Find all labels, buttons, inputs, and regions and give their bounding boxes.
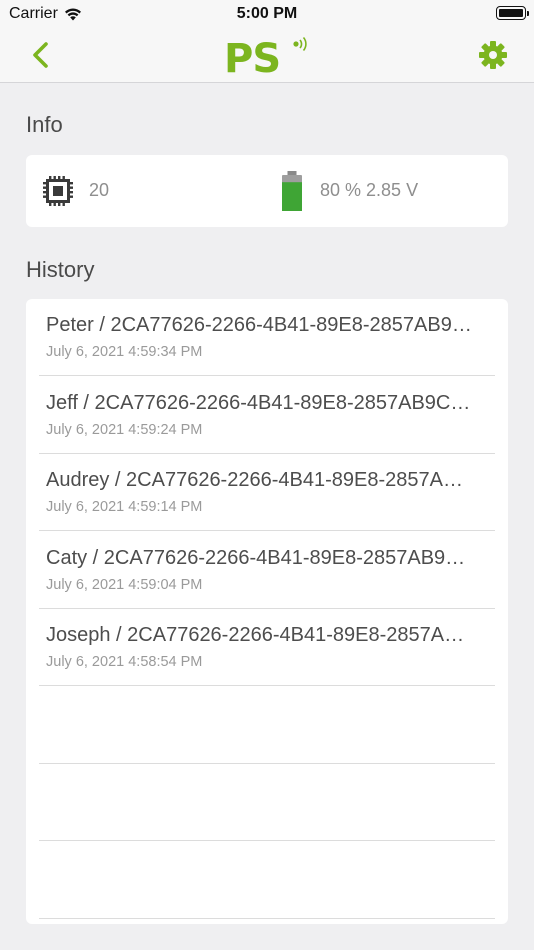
battery-value: 80 % 2.85 V <box>320 180 419 200</box>
history-list: Peter / 2CA77626-2266-4B41-89E8-2857AB9C… <box>26 299 508 924</box>
status-bar: Carrier 5:00 PM <box>0 0 534 28</box>
history-section-title: History <box>26 257 95 282</box>
history-row-title: Audrey / 2CA77626-2266-4B41-89E8-2857AB9… <box>46 469 476 491</box>
history-row-date: July 6, 2021 4:59:14 PM <box>46 499 203 515</box>
chip-count-value: 20 <box>89 180 110 200</box>
history-row-date: July 6, 2021 4:59:34 PM <box>46 344 203 360</box>
history-row-date: July 6, 2021 4:59:04 PM <box>46 576 203 593</box>
info-card: 20 80 % 2.85 V <box>26 155 508 227</box>
history-row-title: Caty / 2CA77626-2266-4B41-89E8-2857AB9C1… <box>46 546 476 569</box>
gear-icon <box>479 41 507 69</box>
chevron-left-icon <box>33 42 48 68</box>
status-battery-icon <box>496 6 529 20</box>
history-row-date: July 6, 2021 4:58:54 PM <box>46 654 203 670</box>
history-row-title: Peter / 2CA77626-2266-4B41-89E8-2857AB9C… <box>46 314 476 336</box>
history-row-date: July 6, 2021 4:59:24 PM <box>46 421 203 438</box>
history-row-title: Joseph / 2CA77626-2266-4B41-89E8-2857AB9… <box>46 624 476 646</box>
app-logo: PS <box>224 36 312 82</box>
back-button[interactable] <box>28 40 56 70</box>
history-row-title: Jeff / 2CA77626-2266-4B41-89E8-2857AB9C1… <box>46 391 476 414</box>
history-empty-row <box>39 842 495 919</box>
history-empty-row <box>39 764 495 841</box>
history-row[interactable]: Joseph / 2CA77626-2266-4B41-89E8-2857AB9… <box>39 609 495 686</box>
history-row[interactable]: Caty / 2CA77626-2266-4B41-89E8-2857AB9C1… <box>39 532 495 609</box>
history-row[interactable]: Jeff / 2CA77626-2266-4B41-89E8-2857AB9C1… <box>39 377 495 454</box>
info-section-title: Info <box>26 112 63 137</box>
status-time: 5:00 PM <box>236 5 298 22</box>
history-empty-row <box>39 687 495 764</box>
history-row[interactable]: Audrey / 2CA77626-2266-4B41-89E8-2857AB9… <box>39 454 495 531</box>
history-row[interactable]: Peter / 2CA77626-2266-4B41-89E8-2857AB9C… <box>39 299 495 376</box>
settings-button[interactable] <box>478 40 508 70</box>
nav-bar: PS <box>0 28 534 83</box>
logo-text: PS <box>224 36 280 76</box>
battery-level-icon <box>282 171 302 211</box>
chip-icon <box>43 176 73 206</box>
